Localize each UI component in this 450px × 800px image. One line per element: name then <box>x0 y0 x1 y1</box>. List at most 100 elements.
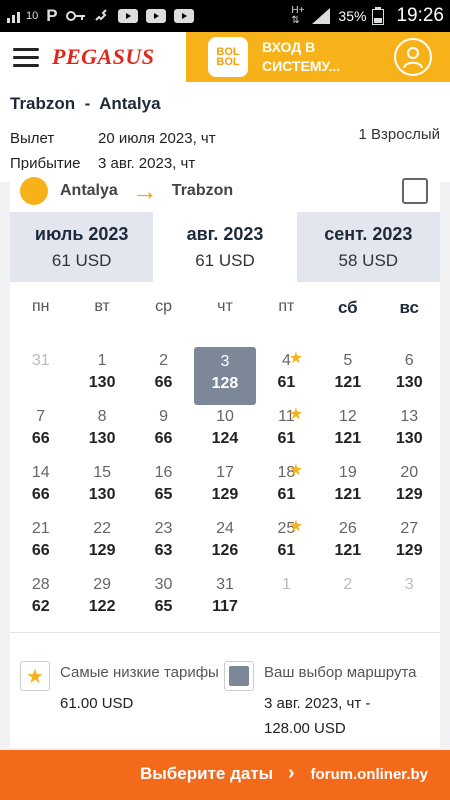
select-dates-button[interactable]: Выберите даты <box>140 764 273 784</box>
day-cell: 24 126 <box>194 514 255 570</box>
tab-month-0[interactable]: июль 2023 61 USD <box>10 212 154 282</box>
calendar-day[interactable]: 13 130 <box>379 402 440 458</box>
calendar-day[interactable]: 15 130 <box>71 458 132 514</box>
day-cell: 19 121 <box>317 458 378 514</box>
calendar-day[interactable]: 26 121 <box>317 514 378 570</box>
calendar-day[interactable]: 17 129 <box>194 458 255 514</box>
arrow-right-icon: → <box>131 175 158 206</box>
day-number: 1 <box>281 576 291 593</box>
calendar-day[interactable]: 29 122 <box>71 570 132 626</box>
month-tabs: июль 2023 61 USD авг. 2023 61 USD сент. … <box>10 212 440 282</box>
calendar-day[interactable]: 24 126 <box>194 514 255 570</box>
calendar-day[interactable]: 27 129 <box>379 514 440 570</box>
day-cell: 26 121 <box>317 514 378 570</box>
user-profile-icon[interactable] <box>394 38 432 76</box>
status-bar: 10 P H+ ⇅ 35% 19:26 <box>0 0 450 32</box>
battery-icon <box>372 7 385 25</box>
calendar-day[interactable]: 30 65 <box>133 570 194 626</box>
day-price: 121 <box>334 430 362 447</box>
calendar-week: 31 1 130 2 66 3 128 4 61 ★ 5 121 6 130 <box>10 346 440 405</box>
signal-10-icon <box>6 9 24 23</box>
day-cell: 12 121 <box>317 402 378 458</box>
calendar-day[interactable]: 5 121 <box>317 346 378 402</box>
day-cell: 11 61 <box>256 402 317 458</box>
login-banner[interactable]: BOL BOL ВХОД В СИСТЕМУ... <box>186 32 450 82</box>
day-price: 126 <box>211 542 239 559</box>
calendar-day[interactable]: 14 66 <box>10 458 71 514</box>
calendar-day[interactable]: 11 61 ★ <box>256 402 317 458</box>
calendar-day[interactable]: 8 130 <box>71 402 132 458</box>
app-header: PEGASUS BOL BOL ВХОД В СИСТЕМУ... <box>0 32 450 82</box>
day-cell: 7 66 <box>10 402 71 458</box>
star-icon: ★ <box>288 462 304 479</box>
tab-month-1[interactable]: авг. 2023 61 USD <box>153 212 297 282</box>
bolbol-logo-line2: BOL <box>216 56 240 68</box>
select-dates-bar[interactable]: Выберите даты › forum.onliner.by <box>0 750 450 800</box>
calendar-day[interactable]: 23 63 <box>133 514 194 570</box>
calendar-day[interactable]: 7 66 <box>10 402 71 458</box>
calendar-day[interactable]: 19 121 <box>317 458 378 514</box>
day-number: 27 <box>400 520 419 537</box>
tab-month-2[interactable]: сент. 2023 58 USD <box>296 212 440 282</box>
star-icon: ★ <box>288 350 304 367</box>
calendar-day[interactable]: 18 61 ★ <box>256 458 317 514</box>
day-price: 65 <box>154 486 173 503</box>
day-number: 13 <box>400 408 419 425</box>
bolbol-logo[interactable]: BOL BOL <box>208 37 248 77</box>
day-cell: 29 122 <box>71 570 132 626</box>
day-price: 130 <box>395 374 423 391</box>
choice-date: 3 авг. 2023, чт - <box>264 695 371 712</box>
day-number: 31 <box>216 576 234 593</box>
day-price: 61 <box>277 542 296 559</box>
day-number: 8 <box>97 408 107 425</box>
login-link[interactable]: ВХОД В СИСТЕМУ... <box>262 38 372 76</box>
calendar-day-selected[interactable]: 3 128 <box>194 346 256 405</box>
calendar-day[interactable]: 25 61 ★ <box>256 514 317 570</box>
calendar-day[interactable]: 20 129 <box>379 458 440 514</box>
calendar-day[interactable]: 10 124 <box>194 402 255 458</box>
youtube-icon <box>173 9 194 23</box>
calendar-day[interactable]: 4 61 ★ <box>256 346 317 402</box>
calendar-day[interactable]: 31 117 <box>194 570 255 626</box>
calendar-icon[interactable] <box>402 178 428 204</box>
day-cell: 20 129 <box>379 458 440 514</box>
clock: 19:26 <box>396 5 444 26</box>
day-cell: 23 63 <box>133 514 194 570</box>
day-number: 26 <box>338 520 357 537</box>
day-price: 66 <box>154 430 173 447</box>
calendar-day[interactable]: 21 66 <box>10 514 71 570</box>
call-icon <box>94 8 110 24</box>
route-from: Trabzon <box>10 94 76 113</box>
day-price: 66 <box>31 486 50 503</box>
day-price: 122 <box>88 598 116 615</box>
day-price: 129 <box>88 542 116 559</box>
calendar-day[interactable]: 2 66 <box>133 346 194 402</box>
day-price: 130 <box>395 430 423 447</box>
day-number: 20 <box>400 464 419 481</box>
calendar-day[interactable]: 16 65 <box>133 458 194 514</box>
calendar-day[interactable]: 9 66 <box>133 402 194 458</box>
hamburger-menu-icon[interactable] <box>0 32 52 82</box>
signal-label: 10 <box>26 10 39 22</box>
calendar-day: 2 <box>317 570 378 626</box>
return-route-header: Antalya → Trabzon <box>10 170 440 212</box>
weekday-label: пн <box>31 298 50 315</box>
month-price: 58 USD <box>338 250 399 270</box>
calendar-day[interactable]: 22 129 <box>71 514 132 570</box>
day-number: 5 <box>343 352 353 369</box>
weekday-label: вс <box>399 298 419 317</box>
day-cell: 4 61 <box>256 346 317 402</box>
cell-signal-icon <box>312 8 331 24</box>
pegasus-logo[interactable]: PEGASUS <box>52 44 184 70</box>
choice-price: 128.00 USD <box>264 720 346 737</box>
day-cell: 25 61 <box>256 514 317 570</box>
calendar-week: 14 66 15 130 16 65 17 129 18 61 ★ 19 121 20 129 <box>10 458 440 514</box>
calendar-day[interactable]: 1 130 <box>71 346 132 402</box>
day-number: 31 <box>31 352 50 369</box>
day-cell: 27 129 <box>379 514 440 570</box>
day-price: 130 <box>88 430 116 447</box>
calendar-day[interactable]: 12 121 <box>317 402 378 458</box>
calendar-day[interactable]: 28 62 <box>10 570 71 626</box>
weekday-label: сб <box>337 298 358 317</box>
calendar-day[interactable]: 6 130 <box>379 346 440 402</box>
